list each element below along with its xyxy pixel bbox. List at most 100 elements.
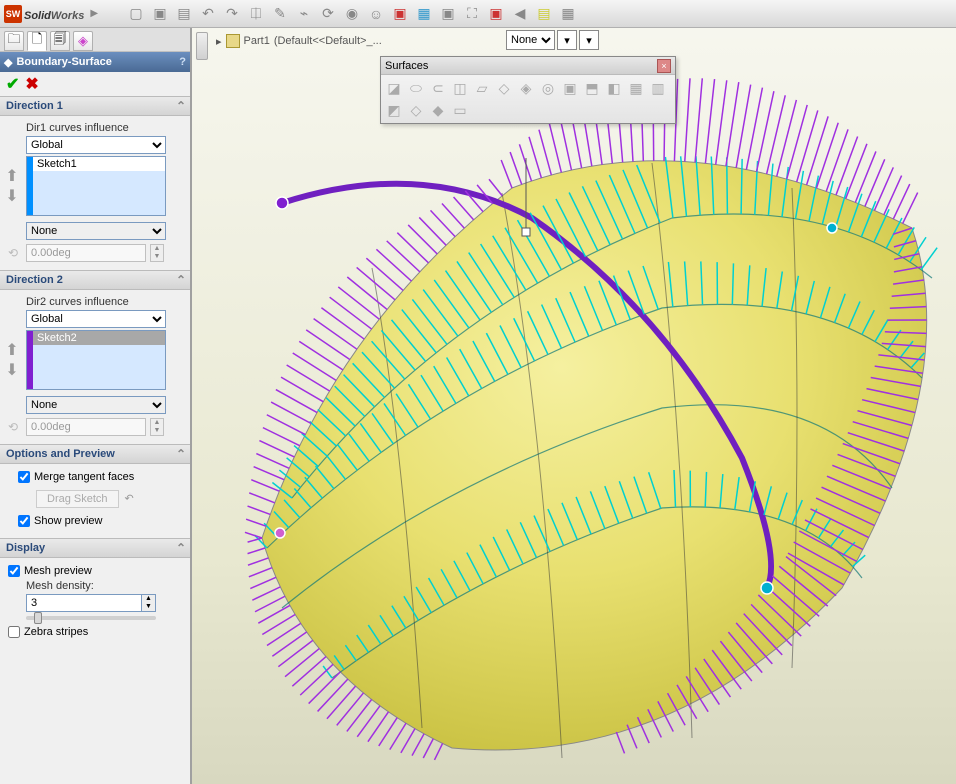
curve-node[interactable] <box>276 197 288 209</box>
density-up[interactable]: ▲ <box>141 595 155 603</box>
show-preview-checkbox[interactable] <box>18 515 30 527</box>
sketch-icon[interactable]: ✎ <box>272 6 288 22</box>
extrude-surface-icon[interactable]: ◪ <box>385 79 403 97</box>
hide-icon[interactable]: ▣ <box>488 6 504 22</box>
direction1-header[interactable]: Direction 1⌃ <box>0 96 190 116</box>
help-button[interactable]: ? <box>179 56 186 68</box>
display-body: Mesh preview Mesh density: 3 ▲▼ Zebra st… <box>0 558 190 649</box>
play-icon[interactable]: ◀ <box>512 6 528 22</box>
relations-icon[interactable]: ⌁ <box>296 6 312 22</box>
extend-surface-icon[interactable]: ⬒ <box>583 79 601 97</box>
dir1-move-up[interactable]: ⬆ <box>4 166 20 182</box>
drag-sketch-button: Drag Sketch <box>36 490 119 508</box>
dir1-curves-list[interactable]: Sketch1 <box>26 156 166 216</box>
dir2-flip-icon[interactable]: ⟲ <box>8 420 22 434</box>
dir2-sketch-item[interactable]: Sketch2 <box>27 331 165 345</box>
rebuild-icon[interactable]: ⟳ <box>320 6 336 22</box>
dir1-move-down[interactable]: ⬇ <box>4 186 20 202</box>
filter-expand-2[interactable]: ▾ <box>579 30 599 50</box>
mesh-preview-label: Mesh preview <box>24 565 92 577</box>
density-down[interactable]: ▼ <box>141 603 155 611</box>
accept-cancel-row: ✔ ✖ <box>0 72 190 96</box>
new-icon[interactable]: ▢ <box>128 6 144 22</box>
surface-body <box>262 161 927 750</box>
panel-tabs: 🗀 🗋 🗐 ◈ <box>0 28 190 52</box>
zebra-checkbox[interactable] <box>8 626 20 638</box>
dir2-angle-input: 0.00deg <box>26 418 146 436</box>
redo-icon[interactable]: ↷ <box>224 6 240 22</box>
dir2-move-up[interactable]: ⬆ <box>4 340 20 356</box>
collapse-icon: ⌃ <box>176 447 186 461</box>
curve-node[interactable] <box>275 528 285 538</box>
dir2-curves-list[interactable]: Sketch2 <box>26 330 166 390</box>
options-header[interactable]: Options and Preview⌃ <box>0 444 190 464</box>
sweep-surface-icon[interactable]: ⊂ <box>429 79 447 97</box>
surfaces-toolbar-title[interactable]: Surfaces × <box>381 57 675 75</box>
user-icon[interactable]: ☺ <box>368 6 384 22</box>
dir2-move-down[interactable]: ⬇ <box>4 360 20 376</box>
mesh-preview-checkbox[interactable] <box>8 565 20 577</box>
radiate-surface-icon[interactable]: ◎ <box>539 79 557 97</box>
planar-surface-icon[interactable]: ◇ <box>495 79 513 97</box>
dir1-angle-spinner: ▲▼ <box>150 244 164 262</box>
replace-face-icon[interactable]: ◆ <box>429 101 447 119</box>
fit-icon[interactable]: ⛶ <box>464 6 480 22</box>
loft-surface-icon[interactable]: ◫ <box>451 79 469 97</box>
scene-icon[interactable]: ▦ <box>416 6 432 22</box>
drag-undo-icon: ↶ <box>125 492 134 505</box>
midsurface-icon[interactable]: ▥ <box>649 79 667 97</box>
menu-dropdown-arrow[interactable]: ▶ <box>90 8 98 19</box>
tab-property-manager[interactable]: 🗋 <box>27 31 47 51</box>
fill-surface-icon[interactable]: ▦ <box>627 79 645 97</box>
dir1-sketch-item[interactable]: Sketch1 <box>27 157 165 171</box>
curve-drag-handle[interactable] <box>522 228 530 236</box>
graphics-area[interactable]: ▸ Part1 (Default<<Default>_... <box>192 28 956 784</box>
mesh-density-input[interactable]: 3 ▲▼ <box>26 594 156 612</box>
appearance-icon[interactable]: ▣ <box>392 6 408 22</box>
globe-icon[interactable]: ◉ <box>344 6 360 22</box>
grid-icon[interactable]: ▦ <box>560 6 576 22</box>
dir2-influence-select[interactable]: Global <box>26 310 166 328</box>
dir1-flip-icon[interactable]: ⟲ <box>8 246 22 260</box>
untrim-icon[interactable]: ▭ <box>451 101 469 119</box>
curve-node[interactable] <box>761 582 773 594</box>
tab-config[interactable]: 🗐 <box>50 31 70 51</box>
curve-node[interactable] <box>827 223 837 233</box>
mesh-density-slider[interactable] <box>26 616 156 620</box>
save-icon[interactable]: ▤ <box>176 6 192 22</box>
dir2-influence-label: Dir2 curves influence <box>26 296 184 308</box>
app-titlebar: SW SolidWorks ▶ ▢ ▣ ▤ ↶ ↷ ⎅ ✎ ⌁ ⟳ ◉ ☺ ▣ … <box>0 0 956 28</box>
note-icon[interactable]: ▤ <box>536 6 552 22</box>
offset-surface-icon[interactable]: ◈ <box>517 79 535 97</box>
knit-surface-icon[interactable]: ▣ <box>561 79 579 97</box>
cancel-button[interactable]: ✖ <box>25 74 38 94</box>
filter-expand-1[interactable]: ▾ <box>557 30 577 50</box>
pin-icon[interactable]: ⎅ <box>248 6 264 22</box>
surfaces-toolbar[interactable]: Surfaces × ◪ ⬭ ⊂ ◫ ▱ ◇ ◈ ◎ ▣ ⬒ ◧ ▦ ▥ ◩ ◇… <box>380 56 676 124</box>
dir1-end-condition[interactable]: None <box>26 222 166 240</box>
ok-button[interactable]: ✔ <box>6 74 19 94</box>
quick-access-toolbar: ▢ ▣ ▤ ↶ ↷ ⎅ ✎ ⌁ ⟳ ◉ ☺ ▣ ▦ ▣ ⛶ ▣ ◀ ▤ ▦ <box>128 6 576 22</box>
trim-surface-icon[interactable]: ◧ <box>605 79 623 97</box>
mesh-density-label: Mesh density: <box>26 580 184 592</box>
tab-feature-tree[interactable]: 🗀 <box>4 31 24 51</box>
ruled-surface-icon[interactable]: ◩ <box>385 101 403 119</box>
dir1-influence-select[interactable]: Global <box>26 136 166 154</box>
show-preview-label: Show preview <box>34 515 102 527</box>
dir2-end-condition[interactable]: None <box>26 396 166 414</box>
direction2-header[interactable]: Direction 2⌃ <box>0 270 190 290</box>
open-icon[interactable]: ▣ <box>152 6 168 22</box>
boundary-surface-icon[interactable]: ▱ <box>473 79 491 97</box>
collapse-icon: ⌃ <box>176 541 186 555</box>
display-header[interactable]: Display⌃ <box>0 538 190 558</box>
filter-select[interactable]: None <box>506 30 555 50</box>
delete-face-icon[interactable]: ◇ <box>407 101 425 119</box>
options-body: Merge tangent faces Drag Sketch↶ Show pr… <box>0 464 190 538</box>
undo-icon[interactable]: ↶ <box>200 6 216 22</box>
close-icon[interactable]: × <box>657 59 671 73</box>
revolve-surface-icon[interactable]: ⬭ <box>407 79 425 97</box>
tab-display[interactable]: ◈ <box>73 31 93 51</box>
merge-tangent-checkbox[interactable] <box>18 471 30 483</box>
view-icon[interactable]: ▣ <box>440 6 456 22</box>
app-name: SolidWorks <box>24 6 84 22</box>
